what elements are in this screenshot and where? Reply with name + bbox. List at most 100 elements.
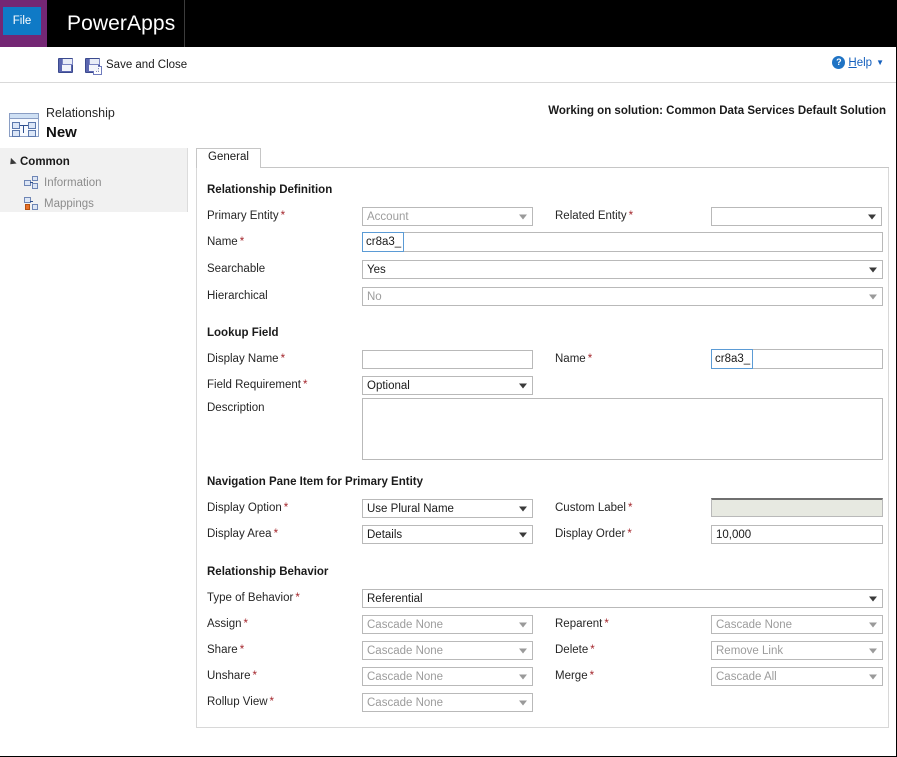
chevron-down-icon	[519, 622, 527, 627]
lookup-display-name-input[interactable]	[362, 350, 533, 369]
sidebar-item-mappings[interactable]: Mappings	[24, 197, 94, 210]
required-asterisk: *	[590, 644, 595, 656]
relationship-name-prefix: cr8a3_	[362, 232, 405, 252]
label-type-of-behavior: Type of Behavior *	[207, 592, 300, 604]
label-hierarchical: Hierarchical	[207, 290, 268, 302]
label-description: Description	[207, 402, 265, 414]
label-rollup-view: Rollup View *	[207, 696, 274, 708]
required-asterisk: *	[302, 379, 308, 391]
reparent-value: Cascade None	[716, 618, 793, 631]
field-requirement-select[interactable]: Optional	[362, 376, 533, 395]
hierarchical-select[interactable]: No	[362, 287, 883, 306]
file-menu-button[interactable]: File	[3, 7, 41, 35]
tab-strip: General	[196, 148, 889, 169]
searchable-value: Yes	[367, 263, 386, 276]
label-text: Share	[207, 644, 238, 656]
primary-entity-select[interactable]: Account	[362, 207, 533, 226]
lookup-name-value[interactable]	[752, 349, 883, 369]
type-of-behavior-select[interactable]: Referential	[362, 589, 883, 608]
help-question-circle-icon: ?	[832, 56, 846, 69]
chevron-down-icon	[519, 674, 527, 679]
label-text: Hierarchical	[207, 290, 268, 302]
rollup-view-value: Cascade None	[367, 696, 444, 709]
label-text: Unshare	[207, 670, 251, 682]
label-lookup-name: Name *	[555, 353, 592, 365]
chevron-down-icon	[519, 506, 527, 511]
custom-label-input[interactable]	[711, 498, 883, 517]
chevron-down-icon	[869, 267, 877, 272]
required-asterisk: *	[628, 210, 634, 222]
assign-value: Cascade None	[367, 618, 444, 631]
information-entity-icon	[24, 176, 38, 189]
chevron-down-icon: ▼	[876, 58, 884, 67]
related-entity-select[interactable]	[711, 207, 882, 226]
label-merge: Merge *	[555, 670, 594, 682]
description-textarea[interactable]	[362, 398, 883, 460]
save-and-close-floppy-icon: x	[85, 57, 102, 75]
label-delete: Delete *	[555, 644, 595, 656]
section-heading-relationship-behavior: Relationship Behavior	[207, 566, 329, 578]
chevron-down-icon	[519, 383, 527, 388]
merge-select[interactable]: Cascade All	[711, 667, 883, 686]
label-primary-entity: Primary Entity *	[207, 210, 285, 222]
unshare-select[interactable]: Cascade None	[362, 667, 533, 686]
reparent-select[interactable]: Cascade None	[711, 615, 883, 634]
rollup-view-select[interactable]: Cascade None	[362, 693, 533, 712]
share-select[interactable]: Cascade None	[362, 641, 533, 660]
label-reparent: Reparent *	[555, 618, 609, 630]
label-text: Display Area	[207, 528, 272, 540]
relationship-name-input[interactable]: cr8a3_	[362, 232, 883, 252]
chevron-down-icon	[519, 532, 527, 537]
label-text: Custom Label	[555, 502, 626, 514]
display-order-value: 10,000	[716, 528, 752, 541]
required-asterisk: *	[280, 353, 286, 365]
label-related-entity: Related Entity *	[555, 210, 633, 222]
label-text: Name	[207, 236, 238, 248]
help-label-rest: elp	[856, 56, 873, 69]
chevron-down-icon	[869, 622, 877, 627]
display-area-select[interactable]: Details	[362, 525, 533, 544]
collapse-triangle-icon	[7, 157, 17, 167]
chevron-down-icon	[519, 700, 527, 705]
sidebar-group-common[interactable]: Common	[7, 156, 70, 168]
save-and-close-button[interactable]: x Save and Close	[85, 54, 187, 76]
delete-value: Remove Link	[716, 644, 784, 657]
suite-bar-divider	[184, 0, 185, 47]
label-text: Primary Entity	[207, 210, 279, 222]
type-of-behavior-value: Referential	[367, 592, 423, 605]
required-asterisk: *	[295, 592, 300, 604]
relationship-name-value[interactable]	[403, 232, 883, 252]
help-menu-button[interactable]: ? Help ▼	[832, 56, 884, 69]
sidebar-item-information[interactable]: Information	[24, 176, 102, 189]
help-accesskey: H	[848, 56, 857, 69]
suite-bar: PowerApps	[0, 0, 896, 47]
form-panel: Relationship Definition Primary Entity * …	[196, 168, 889, 728]
section-heading-relationship-definition: Relationship Definition	[207, 184, 333, 196]
label-field-requirement: Field Requirement *	[207, 379, 307, 391]
label-share: Share *	[207, 644, 244, 656]
label-relationship-name: Name *	[207, 236, 244, 248]
label-text: Display Option	[207, 502, 282, 514]
lookup-name-input[interactable]: cr8a3_	[711, 349, 883, 369]
assign-select[interactable]: Cascade None	[362, 615, 533, 634]
section-heading-navigation-pane: Navigation Pane Item for Primary Entity	[207, 476, 424, 488]
display-order-input[interactable]: 10,000	[711, 525, 883, 544]
tab-general[interactable]: General	[196, 148, 261, 169]
delete-select[interactable]: Remove Link	[711, 641, 883, 660]
searchable-select[interactable]: Yes	[362, 260, 883, 279]
save-button[interactable]	[58, 54, 79, 76]
label-text: Rollup View	[207, 696, 268, 708]
chevron-down-icon	[869, 596, 877, 601]
mappings-icon	[24, 197, 38, 210]
share-value: Cascade None	[367, 644, 444, 657]
required-asterisk: *	[280, 210, 286, 222]
label-text: Searchable	[207, 263, 266, 275]
label-text: Display Name	[207, 353, 279, 365]
display-option-select[interactable]: Use Plural Name	[362, 499, 533, 518]
page-title: New	[46, 124, 77, 141]
label-text: Type of Behavior	[207, 592, 294, 604]
required-asterisk: *	[269, 696, 274, 708]
relationship-entity-icon	[9, 113, 39, 139]
label-text: Field Requirement	[207, 379, 301, 391]
label-lookup-display-name: Display Name *	[207, 353, 285, 365]
